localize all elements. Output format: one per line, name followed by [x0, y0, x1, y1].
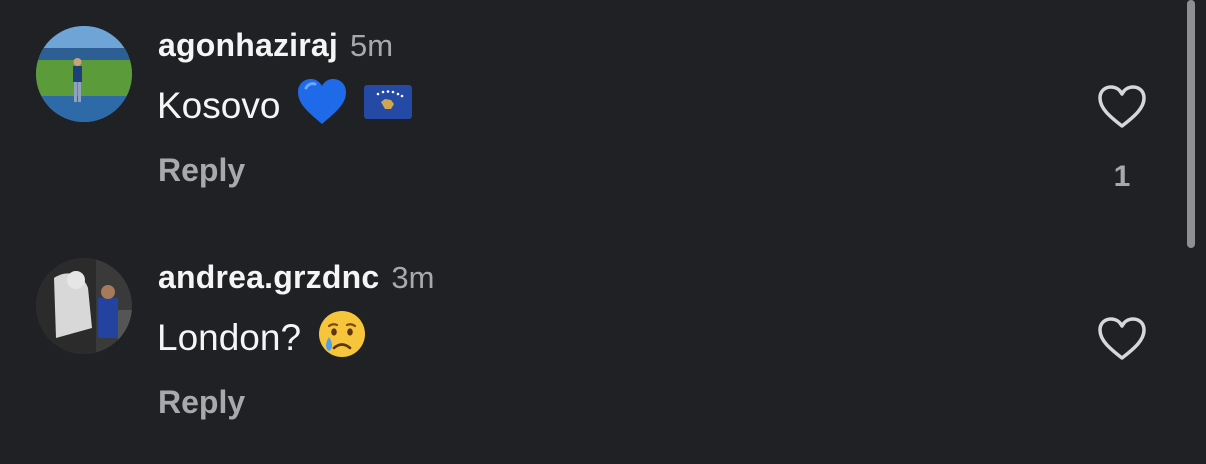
reply-button[interactable]: Reply [158, 384, 245, 421]
username[interactable]: andrea.grzdnc [158, 259, 379, 296]
heart-icon[interactable] [1096, 316, 1148, 362]
comment-body: London? [157, 317, 302, 358]
reply-button[interactable]: Reply [158, 152, 245, 189]
timestamp: 3m [391, 260, 435, 295]
blue-heart-icon [296, 78, 348, 135]
like-count: 1 [1113, 160, 1131, 193]
heart-icon[interactable] [1096, 84, 1148, 130]
comment-meta: andrea.grzdnc 3m [158, 259, 434, 299]
scrollbar[interactable] [1187, 0, 1195, 248]
timestamp: 5m [350, 28, 394, 63]
comment-text: London? [157, 310, 367, 364]
crying-face-icon [317, 309, 367, 368]
username[interactable]: agonhaziraj [158, 27, 338, 64]
comment-body: Kosovo [157, 85, 281, 126]
kosovo-flag-icon [364, 84, 413, 128]
avatar[interactable] [36, 26, 132, 122]
comment-item: agonhaziraj 5m Kosovo Reply 1 [0, 0, 1180, 200]
comment-item: andrea.grzdnc 3m London? Reply [0, 232, 1180, 432]
comment-meta: agonhaziraj 5m [158, 27, 393, 67]
comment-text: Kosovo [157, 78, 413, 135]
avatar[interactable] [36, 258, 132, 354]
